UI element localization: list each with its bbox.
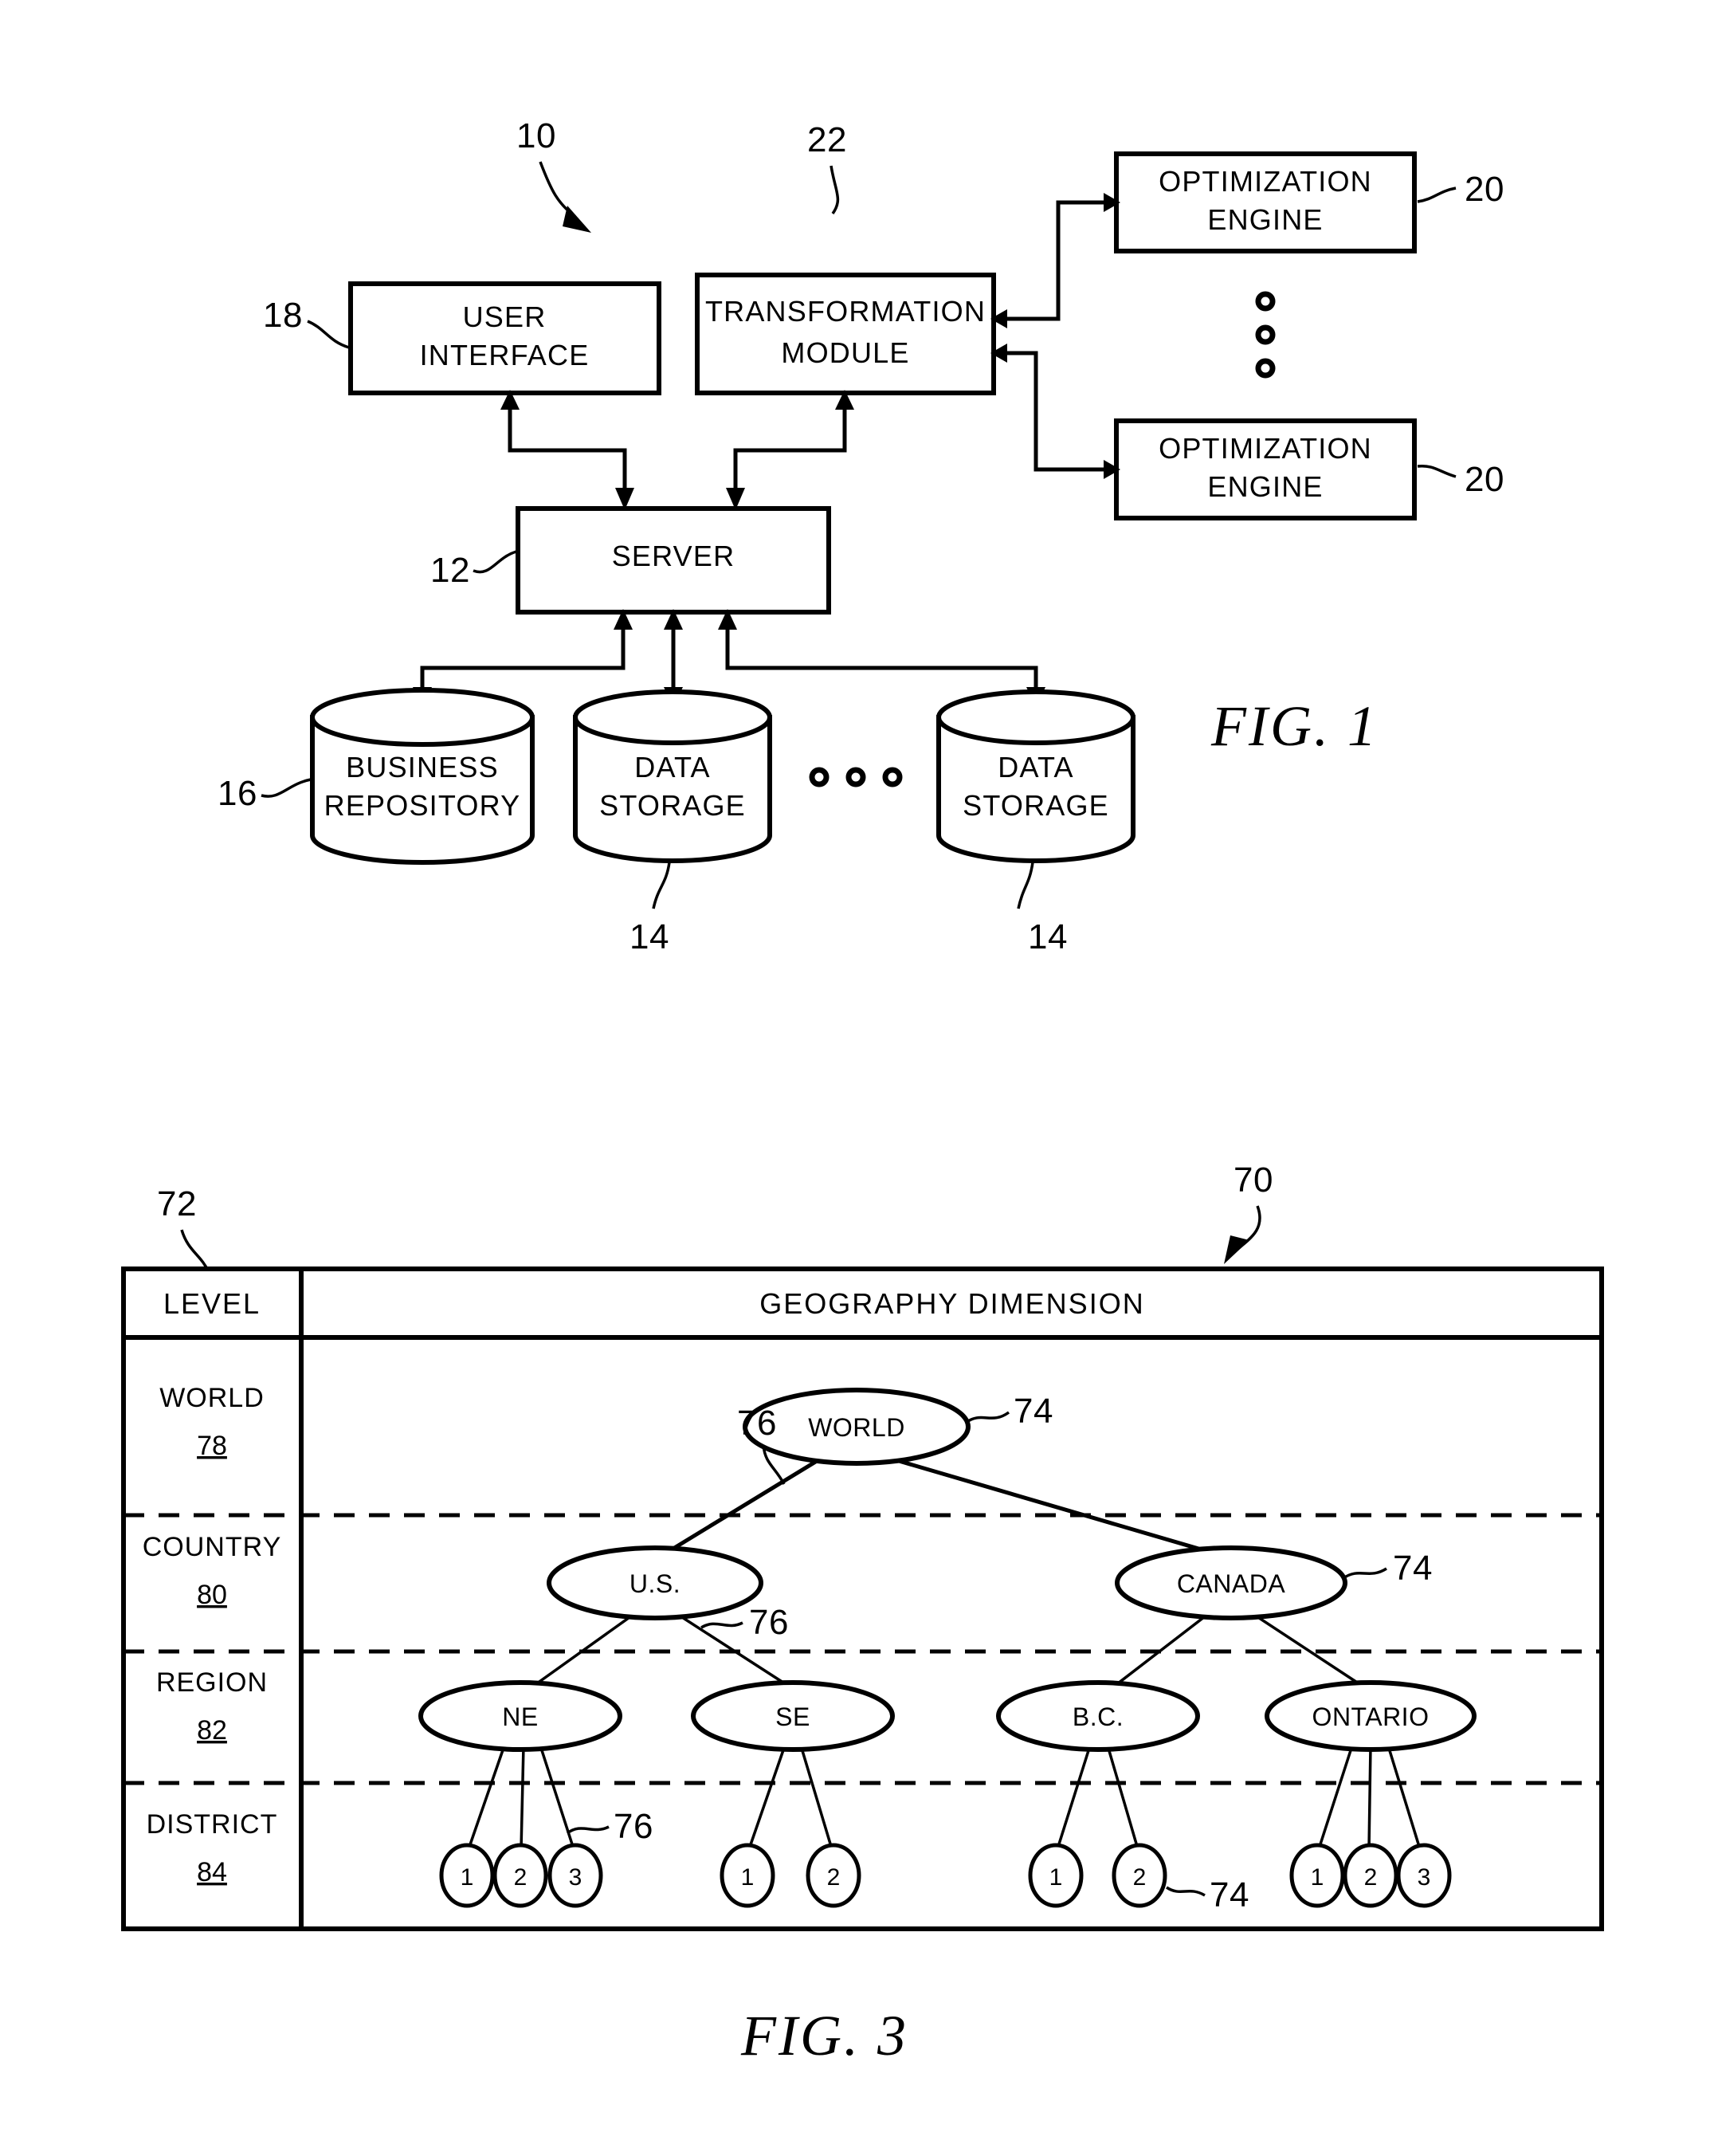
ref-10-label: 10	[516, 116, 556, 155]
tree-leaf-se-1-label: 1	[741, 1864, 755, 1891]
tree-node-ontario-label: ONTARIO	[1312, 1702, 1430, 1731]
ref-12-label: 12	[430, 551, 470, 590]
callout-74-world-label: 74	[1014, 1392, 1053, 1431]
ref-14-right-label: 14	[1028, 917, 1068, 956]
tree-leaf-ontario-1-label: 1	[1311, 1864, 1324, 1891]
horizontal-ellipsis-icon	[809, 767, 903, 787]
ref-72-leader	[180, 1229, 210, 1273]
ref-16-label: 16	[218, 774, 257, 813]
ref-18-label: 18	[263, 296, 303, 335]
geography-dimension-table	[121, 1267, 1604, 1931]
tree-leaf-ne-1-label: 1	[461, 1864, 474, 1891]
ref-20-bottom-leader	[1417, 464, 1457, 478]
ref-14-left-leader	[652, 862, 671, 909]
level-name-district: DISTRICT	[147, 1809, 278, 1840]
business-repository-label-2: REPOSITORY	[324, 789, 521, 822]
figures-svg: 10 22 OPTIMIZATION ENGINE 20 OPTIMIZATIO…	[121, 116, 1604, 2068]
level-ref-country: 80	[197, 1580, 227, 1610]
transformation-module-box[interactable]	[695, 273, 996, 395]
tree-leaf-ne-2-label: 2	[514, 1864, 528, 1891]
data-storage-n-label-1: DATA	[998, 751, 1073, 783]
optimization-engine-top-label-2: ENGINE	[1207, 203, 1323, 236]
tree-node-us-label: U.S.	[630, 1569, 681, 1598]
optimization-engine-bottom-label-2: ENGINE	[1207, 470, 1323, 503]
ref-14-left-label: 14	[630, 917, 669, 956]
ref-10-leader	[539, 161, 577, 218]
edge-ontario-2	[1367, 1745, 1372, 1850]
tree-node-bc-label: B.C.	[1073, 1702, 1124, 1731]
callout-74-canada-label: 74	[1393, 1549, 1433, 1588]
patent-drawing-sheet: 10 22 OPTIMIZATION ENGINE 20 OPTIMIZATIO…	[0, 0, 1714, 2156]
callout-76-world-label: 76	[737, 1404, 777, 1443]
edge-server-data-storage-n	[725, 612, 1038, 700]
fig1-title: FIG. 1	[1210, 694, 1379, 758]
level-name-region: REGION	[156, 1667, 268, 1698]
ref-20-bottom-label: 20	[1465, 460, 1504, 499]
ref-22-label: 22	[807, 120, 847, 159]
ref-18-leader	[307, 320, 350, 349]
tree-leaf-bc-2-label: 2	[1133, 1864, 1147, 1891]
column-header-level: LEVEL	[163, 1287, 261, 1320]
ref-16-leader	[261, 778, 312, 798]
ref-14-right-leader	[1017, 862, 1034, 909]
ref-70-arrowhead	[1224, 1235, 1249, 1264]
level-name-world: WORLD	[159, 1383, 265, 1413]
edge-server-business-repository	[420, 612, 626, 700]
user-interface-label-1: USER	[463, 300, 547, 333]
server-label: SERVER	[612, 540, 735, 572]
fig1-group: 10 22 OPTIMIZATION ENGINE 20 OPTIMIZATIO…	[218, 116, 1504, 956]
level-name-country: COUNTRY	[143, 1532, 282, 1562]
ref-70-label: 70	[1234, 1160, 1273, 1200]
callout-76-us-label: 76	[749, 1603, 789, 1642]
ref-20-top-leader	[1417, 187, 1457, 203]
ref-10-arrowhead	[563, 206, 591, 233]
tree-node-canada-label: CANADA	[1177, 1569, 1286, 1598]
edge-ui-server	[508, 393, 627, 502]
transformation-module-label-2: MODULE	[781, 336, 909, 369]
optimization-engine-bottom-label-1: OPTIMIZATION	[1159, 432, 1372, 465]
column-header-geography-dimension: GEOGRAPHY DIMENSION	[759, 1287, 1144, 1320]
fig3-title: FIG. 3	[740, 2004, 908, 2068]
callout-74-bc-label: 74	[1210, 1875, 1249, 1914]
level-ref-region: 82	[197, 1715, 227, 1746]
tree-leaf-ne-3-label: 3	[569, 1864, 582, 1891]
level-ref-district: 84	[197, 1857, 227, 1887]
user-interface-label-2: INTERFACE	[420, 339, 590, 371]
vertical-ellipsis-icon	[1255, 291, 1276, 379]
data-storage-1-label-2: STORAGE	[599, 789, 746, 822]
ref-22-leader	[830, 165, 840, 215]
edge-engine-top-to-transformation	[1006, 200, 1116, 321]
tree-leaf-se-2-label: 2	[827, 1864, 841, 1891]
data-storage-1-label-1: DATA	[634, 751, 710, 783]
callout-76-ne-label: 76	[614, 1807, 653, 1846]
data-storage-n-label-2: STORAGE	[963, 789, 1109, 822]
ref-72-label: 72	[157, 1184, 197, 1223]
ref-20-top-label: 20	[1465, 170, 1504, 209]
edge-engine-bottom-to-transformation	[1006, 351, 1116, 472]
fig3-group: 72 70 LEVEL GEOGRAPHY DIMENSION WORLD 78…	[121, 1160, 1604, 2068]
tree-node-world-label: WORLD	[808, 1413, 905, 1442]
edge-tm-server	[733, 393, 847, 502]
business-repository-label-1: BUSINESS	[346, 751, 499, 783]
tree-leaf-ontario-3-label: 3	[1418, 1864, 1431, 1891]
tree-node-ne-label: NE	[502, 1702, 538, 1731]
tree-leaf-ontario-2-label: 2	[1364, 1864, 1378, 1891]
tree-leaf-bc-1-label: 1	[1049, 1864, 1063, 1891]
optimization-engine-top-label-1: OPTIMIZATION	[1159, 165, 1372, 198]
ref-12-leader	[473, 550, 517, 574]
tree-node-se-label: SE	[775, 1702, 810, 1731]
transformation-module-label-1: TRANSFORMATION	[705, 295, 986, 328]
level-ref-world: 78	[197, 1431, 227, 1461]
